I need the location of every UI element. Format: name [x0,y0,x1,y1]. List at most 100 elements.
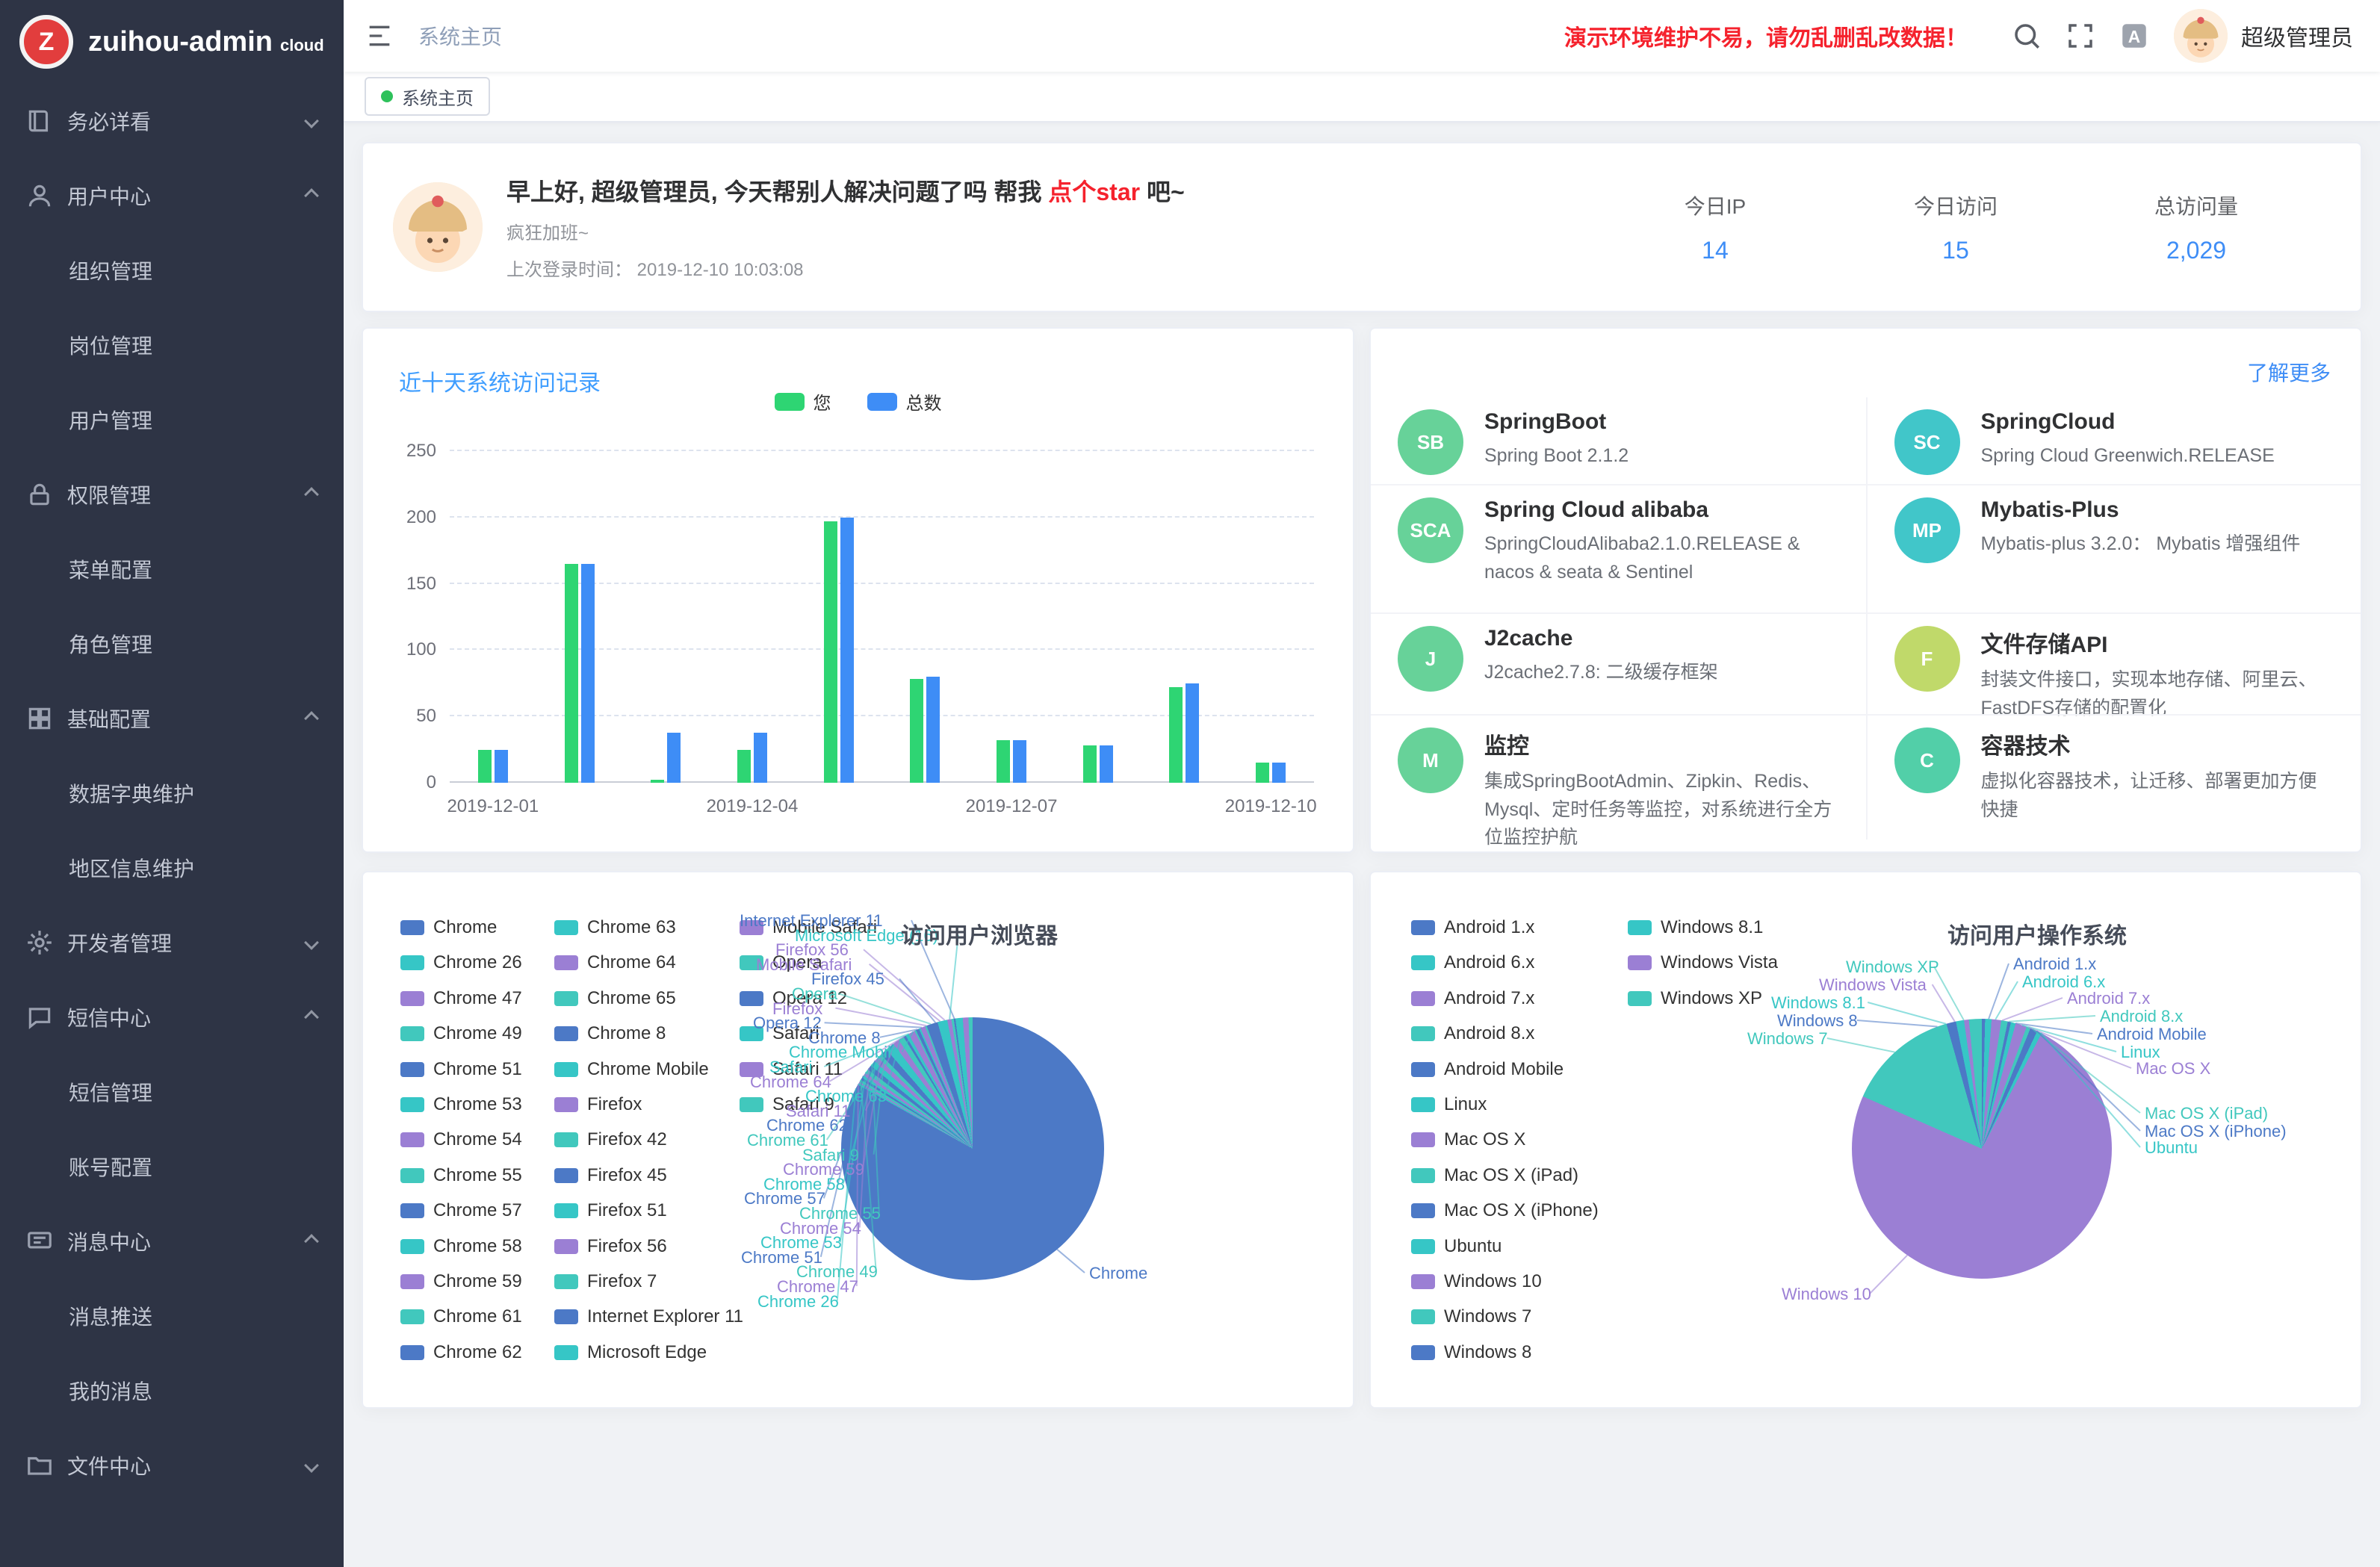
sidebar-item-3[interactable]: 基础配置 [0,681,344,756]
top-header: 系统主页 演示环境维护不易，请勿乱删乱改数据！ A 超级管理员 [344,0,2380,72]
legend-item[interactable]: 您 [775,388,831,415]
pie-os[interactable] [1852,1019,2112,1279]
legend-item[interactable]: Chrome [400,917,497,938]
legend-item[interactable]: 总数 [867,388,942,415]
legend-item[interactable]: Chrome 54 [400,1129,522,1150]
legend-label: Mac OS X [1444,1129,1525,1150]
bar-group[interactable] [1055,451,1141,783]
browser-pie-card: 访问用户浏览器 ChromeChrome 26Chrome 47Chrome 4… [362,871,1354,1409]
user-avatar[interactable] [2174,9,2228,63]
tab-home[interactable]: 系统主页 [365,77,490,116]
sidebar-subitem-3-0[interactable]: 数据字典维护 [0,756,344,831]
legend-item[interactable]: Chrome 55 [400,1165,522,1186]
star-link[interactable]: 点个star [1048,179,1140,205]
legend-item[interactable]: Chrome 49 [400,1023,522,1044]
legend-item[interactable]: Linux [1411,1094,1487,1115]
bar-group[interactable]: 2019-12-10 [1227,451,1314,783]
sidebar-subitem-1-1[interactable]: 岗位管理 [0,308,344,382]
greeting: 早上好, 超级管理员, 今天帮别人解决问题了吗 帮我 点个star 吧~ [506,173,1185,208]
legend-label: Chrome 53 [433,1094,522,1115]
sidebar-item-6[interactable]: 消息中心 [0,1204,344,1279]
sidebar-item-2[interactable]: 权限管理 [0,457,344,532]
legend-item[interactable]: Windows 10 [1411,1271,1542,1292]
bar-group[interactable] [536,451,623,783]
legend-item[interactable]: Mac OS X [1411,1129,1525,1150]
message-icon [25,1227,54,1256]
legend-item[interactable]: Chrome 53 [400,1094,522,1115]
bar-group[interactable]: 2019-12-04 [709,451,796,783]
fullscreen-icon[interactable] [2065,20,2096,52]
legend-item[interactable]: Microsoft Edge [554,1342,707,1363]
pie-label: Windows XP [1846,958,1939,977]
bar-group[interactable]: 2019-12-07 [968,451,1055,783]
sidebar-subitem-5-0[interactable]: 短信管理 [0,1055,344,1129]
bar-group[interactable]: 2019-12-01 [450,451,536,783]
sidebar-subitem-2-1[interactable]: 角色管理 [0,606,344,681]
sidebar-subitem-2-0[interactable]: 菜单配置 [0,532,344,606]
bar-您 [478,750,492,783]
legend-item[interactable]: Android 7.x [1411,988,1534,1009]
sidebar-subitem-3-1[interactable]: 地区信息维护 [0,831,344,905]
legend-item[interactable]: Chrome Mobile [554,1059,709,1080]
bar-group[interactable] [622,451,709,783]
username[interactable]: 超级管理员 [2241,19,2353,52]
legend-item[interactable]: Chrome 8 [554,1023,666,1044]
legend-item[interactable]: Internet Explorer 11 [554,1306,743,1327]
legend-item[interactable]: Android 6.x [1411,952,1534,973]
legend-item[interactable]: Firefox 7 [554,1271,657,1292]
legend-item[interactable]: Windows 8 [1411,1342,1531,1363]
sidebar-subitem-6-0[interactable]: 消息推送 [0,1279,344,1353]
menu-fold-icon[interactable] [365,21,394,51]
legend-item[interactable]: Windows 7 [1411,1306,1531,1327]
legend-item[interactable]: Chrome 65 [554,988,676,1009]
bar-group[interactable] [796,451,882,783]
sidebar-subitem-1-0[interactable]: 组织管理 [0,233,344,308]
legend-swatch [554,1097,578,1112]
legend-item[interactable]: Chrome 59 [400,1271,522,1292]
learn-more-link[interactable]: 了解更多 [2247,357,2331,387]
font-size-icon[interactable]: A [2119,20,2150,52]
legend-item[interactable]: Chrome 61 [400,1306,522,1327]
app-logo[interactable]: Z zuihou-admin cloud [0,0,344,84]
legend-item[interactable]: Firefox 56 [554,1236,667,1257]
legend-item[interactable]: Firefox 51 [554,1200,667,1221]
legend-item[interactable]: Mac OS X (iPhone) [1411,1200,1599,1221]
legend-item[interactable]: Ubuntu [1411,1236,1502,1257]
legend-label: Android 1.x [1444,917,1534,938]
legend-item[interactable]: Android Mobile [1411,1059,1564,1080]
legend-item[interactable]: Mac OS X (iPad) [1411,1165,1578,1186]
sidebar-item-5[interactable]: 短信中心 [0,980,344,1055]
sidebar-item-4[interactable]: 开发者管理 [0,905,344,980]
legend-item[interactable]: Firefox 42 [554,1129,667,1150]
breadcrumb[interactable]: 系统主页 [418,21,502,51]
sidebar-item-0[interactable]: 务必详看 [0,84,344,158]
bar-group[interactable] [882,451,969,783]
legend-item[interactable]: Android 1.x [1411,917,1534,938]
legend-item[interactable]: Chrome 26 [400,952,522,973]
sidebar-item-1[interactable]: 用户中心 [0,158,344,233]
legend-item[interactable]: Chrome 47 [400,988,522,1009]
stats: 今日IP14今日访问15总访问量2,029 [1673,190,2331,264]
chevron-down-icon [304,1458,319,1473]
last-login-label: 上次登录时间： [506,260,632,280]
legend-item[interactable]: Windows Vista [1628,952,1778,973]
legend-item[interactable]: Windows 8.1 [1628,917,1763,938]
legend-item[interactable]: Android 8.x [1411,1023,1534,1044]
legend-item[interactable]: Chrome 62 [400,1342,522,1363]
sidebar-item-label: 消息中心 [67,1226,151,1256]
sidebar-subitem-5-1[interactable]: 账号配置 [0,1129,344,1204]
legend-item[interactable]: Chrome 57 [400,1200,522,1221]
legend-item[interactable]: Windows XP [1628,988,1762,1009]
legend-item[interactable]: Chrome 63 [554,917,676,938]
sidebar-item-7[interactable]: 文件中心 [0,1428,344,1503]
legend-item[interactable]: Chrome 51 [400,1059,522,1080]
sidebar-subitem-6-1[interactable]: 我的消息 [0,1353,344,1428]
search-icon[interactable] [2011,20,2042,52]
legend-item[interactable]: Chrome 58 [400,1236,522,1257]
legend-item[interactable]: Firefox [554,1094,642,1115]
legend-item[interactable]: Firefox 45 [554,1165,667,1186]
pie-label: Ubuntu [2145,1138,2198,1158]
bar-group[interactable] [1141,451,1228,783]
legend-item[interactable]: Chrome 64 [554,952,676,973]
sidebar-subitem-1-2[interactable]: 用户管理 [0,382,344,457]
